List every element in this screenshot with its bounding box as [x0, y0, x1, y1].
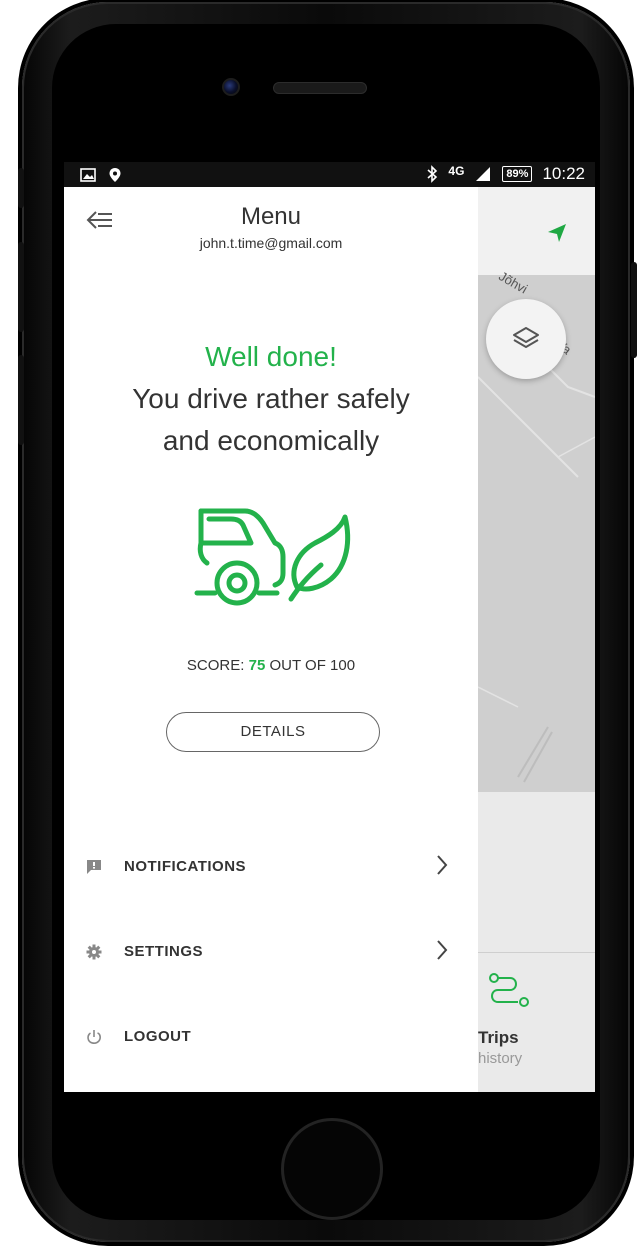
location-pin-icon	[109, 168, 121, 182]
bluetooth-icon	[427, 165, 438, 183]
gear-icon	[86, 944, 102, 960]
details-button[interactable]: DETAILS	[166, 712, 380, 752]
eco-car-icon	[194, 508, 351, 606]
front-camera	[222, 78, 240, 96]
mute-switch	[18, 168, 24, 208]
clock: 10:22	[542, 164, 585, 183]
score-suffix: OUT OF 100	[269, 657, 356, 674]
trips-tab-label[interactable]: Trips	[478, 1028, 519, 1048]
menu-item-settings[interactable]: SETTINGS	[64, 932, 478, 972]
chevron-right-icon	[437, 940, 448, 960]
battery-indicator: 89%	[502, 166, 533, 182]
signal-icon	[476, 167, 491, 181]
chevron-right-icon	[437, 855, 448, 875]
score-value: 75	[248, 657, 266, 674]
power-button	[631, 262, 637, 358]
layers-icon	[513, 327, 539, 348]
layers-button[interactable]	[486, 299, 566, 379]
navigation-arrow-icon[interactable]	[546, 222, 568, 244]
screen: 4G 89% 10:22 Jõhvi –Va	[64, 162, 595, 1092]
map-view[interactable]: Jõhvi –Va	[478, 187, 595, 792]
map-roads	[478, 306, 595, 783]
menu-item-label: LOGOUT	[124, 1028, 192, 1045]
divider	[478, 952, 595, 953]
network-type: 4G	[448, 164, 465, 178]
score-message-line2: and economically	[162, 425, 380, 456]
menu-item-label: NOTIFICATIONS	[124, 858, 247, 875]
score-headline: Well done!	[205, 341, 337, 372]
menu-item-logout[interactable]: LOGOUT	[64, 1017, 478, 1057]
bottom-panel: Trips history	[478, 792, 595, 1092]
earpiece-speaker	[273, 82, 367, 94]
menu-item-label: SETTINGS	[124, 943, 204, 960]
home-button[interactable]	[281, 1118, 383, 1220]
menu-title: Menu	[240, 203, 302, 230]
power-icon	[87, 1030, 101, 1044]
score-text: SCORE: 75 OUT OF 100	[64, 657, 478, 674]
score-message-line1: You drive rather safely	[132, 383, 410, 414]
user-email: john.t.time@gmail.com	[199, 235, 343, 251]
volume-down-button	[18, 355, 24, 445]
map-header	[478, 187, 595, 275]
volume-up-button	[18, 242, 24, 332]
trips-tab-sublabel: history	[478, 1050, 523, 1067]
status-bar: 4G 89% 10:22	[64, 162, 595, 187]
menu-item-notifications[interactable]: NOTIFICATIONS	[64, 847, 478, 887]
trips-route-icon[interactable]	[484, 972, 534, 1012]
notification-icon	[87, 860, 101, 874]
navigation-drawer: Menu john.t.time@gmail.com Well done! Yo…	[64, 187, 478, 1092]
image-notification-icon	[80, 168, 96, 182]
score-prefix: SCORE:	[186, 657, 245, 674]
